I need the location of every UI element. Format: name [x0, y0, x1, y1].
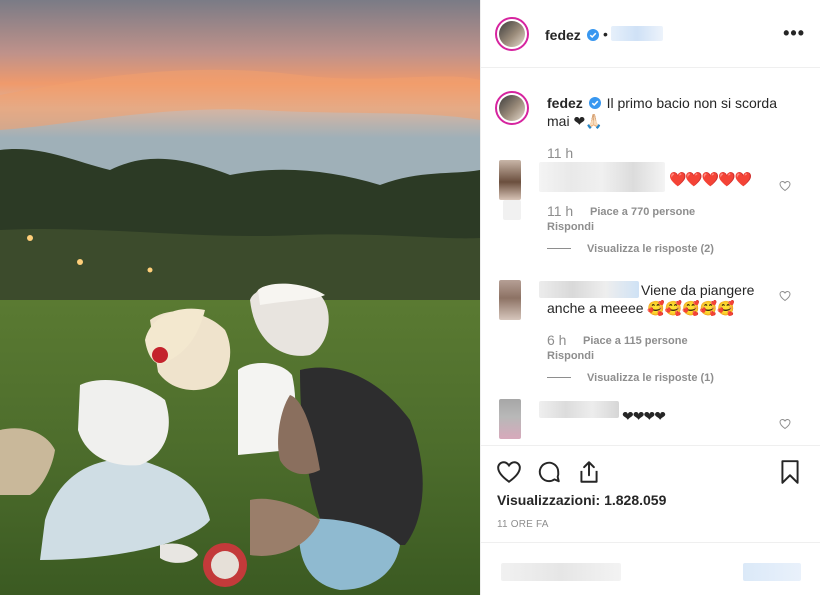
comment-2-likes[interactable]: Piace a 115 persone — [583, 335, 688, 347]
instagram-post: fedez • ••• fedez Il primo bacio non si … — [0, 0, 820, 595]
post-header: fedez • ••• — [481, 0, 820, 68]
bookmark-icon[interactable] — [777, 459, 803, 485]
comment-icon[interactable] — [536, 459, 562, 485]
comment-1-time[interactable]: 11 h — [547, 203, 573, 219]
comment-2-avatar[interactable] — [499, 280, 521, 320]
post-actions: Visualizzazioni: 1.828.059 11 ORE FA — [481, 445, 820, 595]
comment-1-username-redacted[interactable] — [539, 162, 665, 192]
comment-3-text: ❤❤❤❤ — [622, 408, 666, 424]
header-separator: • — [603, 26, 608, 42]
comment-2-like-heart-icon[interactable] — [779, 290, 791, 302]
caption-time[interactable]: 11 h — [547, 145, 573, 161]
follow-button-redacted[interactable] — [611, 26, 663, 41]
comment-2-text: Viene da piangere anche a meeee 🥰🥰🥰🥰🥰 — [547, 282, 755, 316]
caption-username[interactable]: fedez — [547, 95, 583, 111]
author-username[interactable]: fedez — [545, 27, 581, 43]
comment-3-username-redacted[interactable] — [539, 401, 619, 418]
caption-avatar[interactable] — [495, 91, 529, 125]
author-avatar[interactable] — [495, 17, 529, 51]
comment-1-like-heart-icon[interactable] — [779, 180, 791, 192]
comment-3-like-heart-icon[interactable] — [779, 418, 791, 430]
add-comment-placeholder-redacted[interactable] — [501, 563, 621, 581]
comment-3-avatar[interactable] — [499, 399, 521, 439]
comment-2-view-replies[interactable]: Visualizza le risposte (1) — [587, 372, 714, 384]
post-video[interactable] — [0, 0, 480, 595]
publish-button-redacted[interactable] — [743, 563, 801, 581]
add-comment-area[interactable] — [481, 542, 820, 596]
comment-1-avatar[interactable] — [499, 160, 521, 200]
comment-1-reply-button[interactable]: Rispondi — [547, 221, 594, 233]
comment-1-view-replies[interactable]: Visualizza le risposte (2) — [587, 243, 714, 255]
view-count[interactable]: Visualizzazioni: 1.828.059 — [497, 492, 666, 508]
more-options-icon[interactable]: ••• — [783, 23, 805, 44]
comment-1-likes[interactable]: Piace a 770 persone — [590, 206, 695, 218]
verified-badge-icon — [587, 29, 599, 41]
comment-2-time[interactable]: 6 h — [547, 332, 566, 348]
replies-divider — [547, 248, 571, 249]
comment-1-text: ❤️❤️❤️❤️❤️ — [669, 171, 752, 187]
post-timestamp: 11 ORE FA — [497, 519, 549, 530]
like-heart-icon[interactable] — [496, 459, 522, 485]
replies-divider — [547, 377, 571, 378]
comment-2-reply-button[interactable]: Rispondi — [547, 350, 594, 362]
post-photo — [0, 0, 480, 595]
share-icon[interactable] — [576, 459, 602, 485]
post-caption: fedez Il primo bacio non si scorda mai ❤… — [547, 94, 787, 130]
verified-badge-icon — [588, 97, 601, 109]
post-sidebar: fedez • ••• fedez Il primo bacio non si … — [480, 0, 820, 595]
comment-1-avatar-shadow — [503, 200, 521, 220]
